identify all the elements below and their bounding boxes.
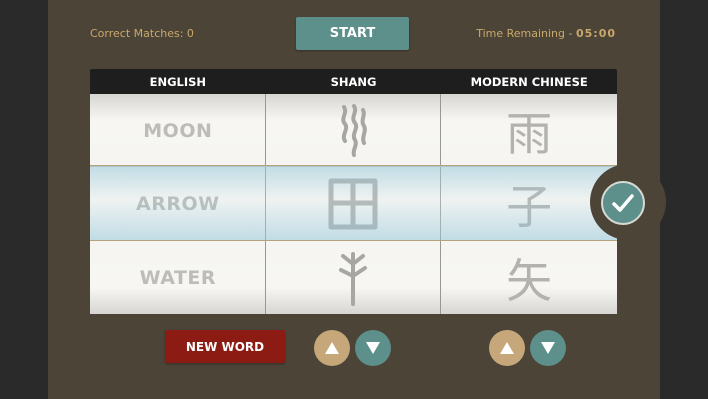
time-remaining-label: Time Remaining -	[476, 27, 576, 40]
correct-matches: Correct Matches: 0	[90, 27, 194, 40]
modern-character-text: 矢	[506, 253, 553, 308]
english-column[interactable]: MOON ARROW WATER	[90, 94, 266, 314]
check-icon	[612, 194, 634, 212]
header-english: ENGLISH	[149, 74, 207, 89]
shang-field-glyph-icon	[266, 167, 442, 240]
correct-matches-label: Correct Matches:	[90, 27, 187, 40]
matching-board: ENGLISH SHANG MODERN CHINESE MOON ARROW …	[90, 69, 617, 314]
shang-rain-glyph-icon	[266, 94, 442, 167]
correct-matches-count: 0	[186, 27, 194, 40]
english-word: WATER	[139, 266, 217, 289]
start-button[interactable]: START	[296, 17, 409, 50]
modern-character-text: 雨	[506, 106, 553, 161]
time-remaining: Time Remaining - 05:00	[476, 27, 616, 40]
english-word: MOON	[143, 119, 213, 142]
check-answer-button[interactable]	[601, 181, 645, 225]
modern-up-button[interactable]	[489, 330, 525, 366]
up-arrow-icon	[325, 342, 339, 354]
modern-character: 雨	[441, 94, 617, 167]
column-headers: ENGLISH SHANG MODERN CHINESE	[90, 69, 617, 94]
row-divider	[90, 240, 617, 241]
down-arrow-icon	[366, 342, 380, 354]
up-arrow-icon	[500, 342, 514, 354]
english-word-selected: ARROW	[136, 192, 220, 215]
modern-character-text: 子	[506, 179, 553, 234]
shang-up-button[interactable]	[314, 330, 350, 366]
down-arrow-icon	[541, 342, 555, 354]
top-bar: Correct Matches: 0 START Time Remaining …	[48, 0, 660, 68]
shang-column[interactable]	[265, 94, 442, 314]
time-remaining-value: 05:00	[575, 27, 616, 40]
new-word-button[interactable]: NEW WORD	[165, 330, 285, 363]
reel-columns: MOON ARROW WATER 雨 子 矢	[90, 94, 617, 314]
shang-down-button[interactable]	[355, 330, 391, 366]
row-divider	[90, 166, 617, 167]
modern-down-button[interactable]	[530, 330, 566, 366]
shang-arrow-glyph-icon	[266, 241, 442, 314]
header-modern-chinese: MODERN CHINESE	[470, 74, 588, 89]
game-panel: Correct Matches: 0 START Time Remaining …	[48, 0, 660, 399]
header-shang: SHANG	[330, 74, 377, 89]
modern-character: 矢	[441, 241, 617, 314]
